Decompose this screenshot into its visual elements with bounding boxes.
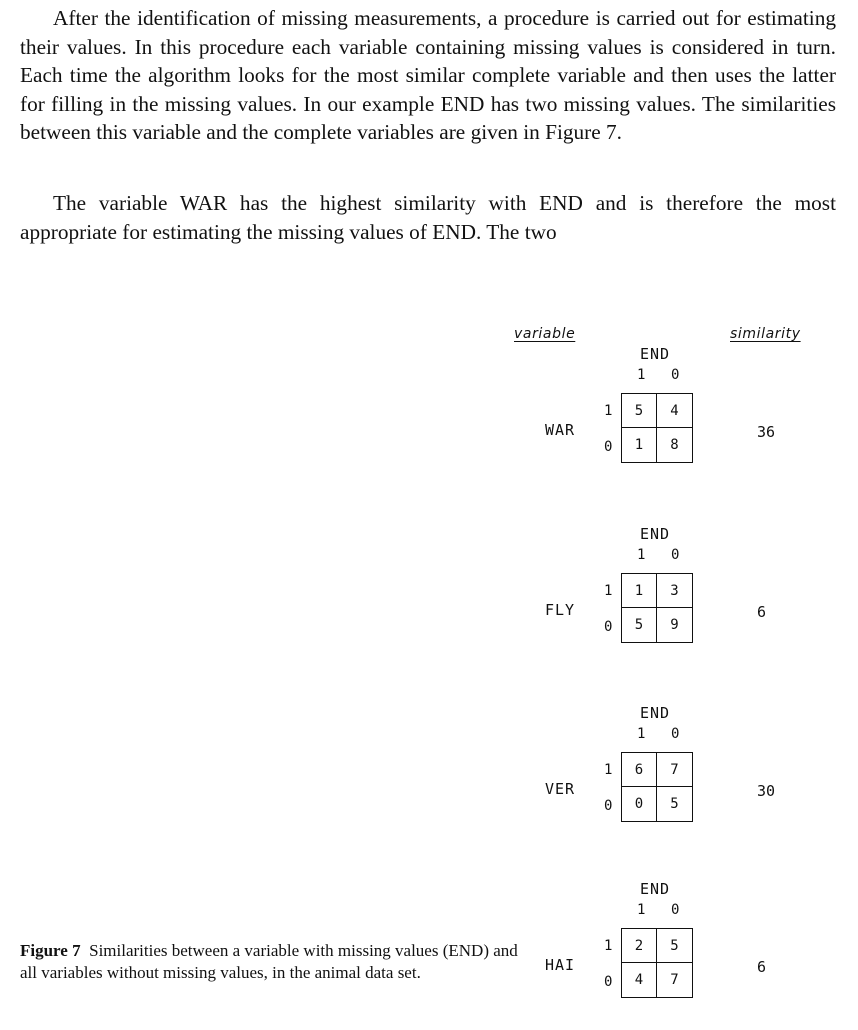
contingency-table: 6 7 0 5: [621, 752, 693, 822]
contingency-block: END 1 0 1 0 FLY 1 3 5 9 6: [540, 525, 800, 665]
col-level-label: 1: [637, 367, 646, 383]
row-level-label: 1: [604, 403, 613, 419]
variable-name: VER: [545, 780, 576, 798]
col-level-label: 1: [637, 902, 646, 918]
body-paragraph: The variable WAR has the highest similar…: [20, 191, 836, 244]
target-variable-label: END: [640, 704, 671, 722]
row-level-label: 1: [604, 583, 613, 599]
contingency-block: END 1 0 1 0 HAI 2 5 4 7 6: [540, 880, 800, 1020]
contingency-block: END 1 0 1 0 VER 6 7 0 5 30: [540, 704, 800, 844]
variable-name: FLY: [545, 601, 576, 619]
similarity-value: 6: [757, 958, 767, 976]
table-cell: 2: [622, 929, 657, 963]
figure-caption: Figure 7 Similarities between a variable…: [20, 940, 520, 984]
col-level-label: 1: [637, 726, 646, 742]
row-level-label: 0: [604, 798, 613, 814]
contingency-table: 2 5 4 7: [621, 928, 693, 998]
row-level-label: 1: [604, 938, 613, 954]
variable-column-header: variable: [514, 326, 576, 342]
table-cell: 7: [657, 753, 692, 787]
table-cell: 5: [670, 796, 679, 812]
target-variable-label: END: [640, 880, 671, 898]
col-level-label: 0: [671, 367, 680, 383]
contingency-table: 1 3 5 9: [621, 573, 693, 643]
col-level-label: 1: [637, 547, 646, 563]
table-cell: 8: [670, 437, 679, 453]
table-cell: 4: [622, 963, 657, 997]
table-cell: 5: [622, 608, 657, 642]
table-cell: 9: [670, 617, 679, 633]
similarity-value: 30: [757, 782, 776, 800]
row-level-label: 0: [604, 439, 613, 455]
table-cell: 7: [670, 972, 679, 988]
body-paragraph: After the identification of missing meas…: [20, 6, 836, 144]
row-level-label: 1: [604, 762, 613, 778]
target-variable-label: END: [640, 345, 671, 363]
figure-caption-text: Similarities between a variable with mis…: [20, 941, 518, 982]
table-cell: 1: [622, 574, 657, 608]
similarity-value: 36: [757, 423, 776, 441]
variable-name: HAI: [545, 956, 576, 974]
figure-caption-label: Figure 7: [20, 941, 81, 960]
table-cell: 3: [657, 574, 692, 608]
variable-name: WAR: [545, 421, 576, 439]
col-level-label: 0: [671, 547, 680, 563]
contingency-block: END 1 0 1 0 WAR 5 4 1 8 36: [540, 345, 800, 485]
similarity-value: 6: [757, 603, 767, 621]
table-cell: 5: [622, 394, 657, 428]
row-level-label: 0: [604, 619, 613, 635]
table-cell: 1: [622, 428, 657, 462]
similarity-column-header: similarity: [730, 326, 801, 342]
col-level-label: 0: [671, 902, 680, 918]
table-cell: 0: [622, 787, 657, 821]
table-cell: 4: [657, 394, 692, 428]
table-cell: 6: [622, 753, 657, 787]
table-cell: 5: [657, 929, 692, 963]
col-level-label: 0: [671, 726, 680, 742]
contingency-table: 5 4 1 8: [621, 393, 693, 463]
target-variable-label: END: [640, 525, 671, 543]
row-level-label: 0: [604, 974, 613, 990]
